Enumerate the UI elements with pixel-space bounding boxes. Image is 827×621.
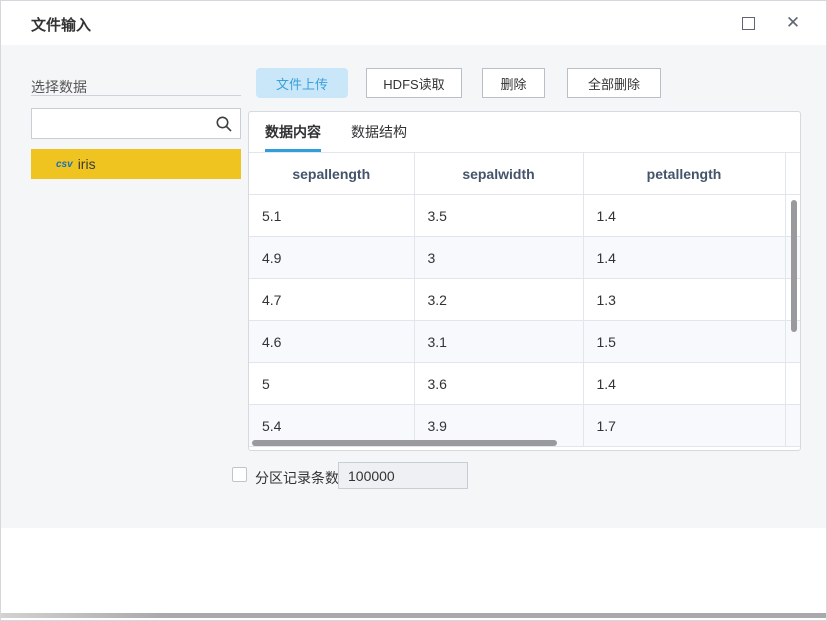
select-data-label: 选择数据	[31, 79, 87, 95]
cell: 1.5	[582, 320, 786, 363]
dataset-name: iris	[77, 156, 96, 172]
file-input-dialog: 文件输入 ✕ 选择数据 csv iris 文件上传 HDFS读取 删除 全部删除…	[0, 0, 827, 621]
search-input[interactable]	[32, 109, 210, 138]
horizontal-scrollbar[interactable]	[252, 440, 557, 446]
vertical-scrollbar[interactable]	[791, 200, 797, 332]
column-header: sepallength	[249, 152, 415, 195]
cell	[784, 362, 800, 405]
dialog-title: 文件输入	[31, 17, 92, 34]
select-data-divider	[31, 95, 241, 96]
column-header-partial	[784, 152, 800, 195]
title-bar: 文件输入 ✕	[1, 1, 826, 45]
table-row: 4.9 3 1.4	[249, 236, 800, 279]
table-header-row: sepallength sepalwidth petallength	[249, 152, 800, 195]
cell: 1.4	[582, 194, 786, 237]
partition-count-input[interactable]	[338, 462, 468, 489]
delete-all-button[interactable]: 全部删除	[567, 68, 661, 98]
table-row: 4.7 3.2 1.3	[249, 278, 800, 321]
table-row: 5 3.6 1.4	[249, 362, 800, 405]
close-button[interactable]: ✕	[780, 11, 806, 35]
partition-label: 分区记录条数	[255, 470, 339, 486]
delete-button[interactable]: 删除	[482, 68, 545, 98]
table-row: 5.1 3.5 1.4	[249, 194, 800, 237]
maximize-icon	[741, 16, 755, 30]
cell: 1.4	[582, 236, 786, 279]
cell: 3.6	[413, 362, 584, 405]
tab-data-structure[interactable]: 数据结构	[351, 112, 407, 152]
tab-bar: 数据内容 数据结构	[249, 112, 800, 152]
maximize-button[interactable]	[735, 11, 761, 35]
tab-data-content[interactable]: 数据内容	[265, 112, 321, 152]
cell: 4.7	[249, 278, 415, 321]
hdfs-read-button[interactable]: HDFS读取	[366, 68, 462, 98]
cell: 4.9	[249, 236, 415, 279]
cell: 3.1	[413, 320, 584, 363]
search-icon[interactable]	[215, 115, 233, 133]
cell: 3.5	[413, 194, 584, 237]
cell: 3	[413, 236, 584, 279]
column-header: petallength	[582, 152, 786, 195]
cell: 3.2	[413, 278, 584, 321]
cell: 5.1	[249, 194, 415, 237]
partition-checkbox[interactable]	[232, 467, 247, 482]
dialog-bottom-edge	[1, 613, 826, 618]
cell: 5	[249, 362, 415, 405]
cell: 4.6	[249, 320, 415, 363]
footer: 点击查看功能说明 确定 取消	[1, 528, 826, 614]
search-box	[31, 108, 241, 139]
table-row: 4.6 3.1 1.5	[249, 320, 800, 363]
data-preview-panel: 数据内容 数据结构 sepallength sepalwidth petalle…	[248, 111, 801, 451]
dataset-item-iris[interactable]: csv iris	[31, 149, 241, 179]
close-icon: ✕	[785, 13, 801, 32]
file-upload-button[interactable]: 文件上传	[256, 68, 348, 98]
cell: 1.3	[582, 278, 786, 321]
cell: 1.4	[582, 362, 786, 405]
csv-badge: csv	[56, 158, 73, 170]
column-header: sepalwidth	[413, 152, 584, 195]
data-table: sepallength sepalwidth petallength 5.1 3…	[249, 152, 800, 447]
